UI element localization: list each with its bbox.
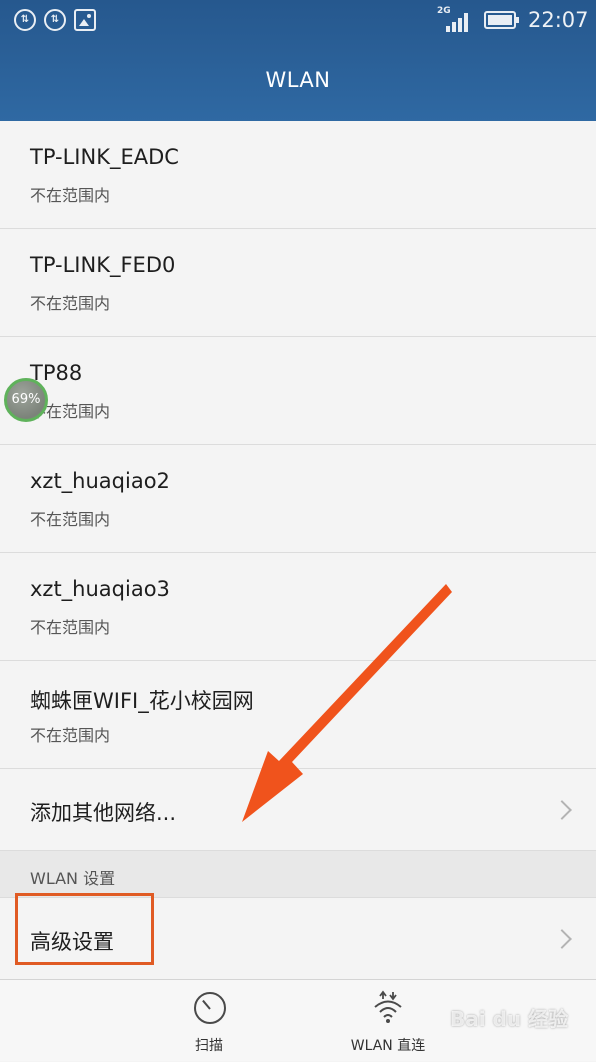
section-header-wlan-settings: WLAN 设置 <box>0 851 596 898</box>
network-item[interactable]: xzt_huaqiao3 不在范围内 <box>0 553 596 661</box>
scan-button[interactable]: 扫描 <box>139 980 279 1062</box>
network-status: 不在范围内 <box>30 618 111 637</box>
add-network-label: 添加其他网络... <box>30 801 177 825</box>
network-status: 不在范围内 <box>30 726 111 745</box>
network-item[interactable]: TP-LINK_FED0 不在范围内 <box>0 229 596 337</box>
network-item[interactable]: 蜘蛛匣WIFI_花小校园网 不在范围内 <box>0 661 596 769</box>
network-status: 不在范围内 <box>30 294 111 313</box>
wlan-direct-label: WLAN 直连 <box>350 1038 426 1054</box>
chevron-right-icon <box>552 800 572 820</box>
section-label: WLAN 设置 <box>30 869 116 888</box>
progress-badge: 69% <box>4 378 48 422</box>
network-name: TP-LINK_EADC <box>30 145 179 169</box>
network-status: 不在范围内 <box>30 186 111 205</box>
signal-strength-icon <box>446 12 470 32</box>
wifi-direct-icon <box>374 990 402 1023</box>
network-name: TP-LINK_FED0 <box>30 253 176 277</box>
network-item[interactable]: TP88 不在范围内 <box>0 337 596 445</box>
add-network-row[interactable]: 添加其他网络... <box>0 770 596 851</box>
network-item[interactable]: xzt_huaqiao2 不在范围内 <box>0 445 596 553</box>
battery-icon <box>484 11 519 29</box>
chevron-right-icon <box>552 929 572 949</box>
network-name: xzt_huaqiao3 <box>30 577 170 601</box>
network-list: TP-LINK_EADC 不在范围内 TP-LINK_FED0 不在范围内 TP… <box>0 121 596 769</box>
highlight-box <box>15 893 154 965</box>
wlan-direct-button[interactable]: WLAN 直连 <box>318 980 458 1062</box>
network-name: xzt_huaqiao2 <box>30 469 170 493</box>
watermark: Bai du 经验 <box>450 1007 569 1031</box>
scan-label: 扫描 <box>195 1038 223 1054</box>
data-sync-icon: ⇅ <box>14 9 36 31</box>
page-title: WLAN <box>265 68 331 92</box>
app-bar: ⇅ ⇅ 2G 22:07 WLAN <box>0 0 596 121</box>
image-icon <box>74 9 96 31</box>
network-name: 蜘蛛匣WIFI_花小校园网 <box>30 689 254 713</box>
network-item[interactable]: TP-LINK_EADC 不在范围内 <box>0 121 596 229</box>
data-transfer-icon: ⇅ <box>44 9 66 31</box>
status-time: 22:07 <box>528 8 589 32</box>
scan-icon <box>194 992 226 1024</box>
status-bar: ⇅ ⇅ 2G 22:07 <box>0 0 596 42</box>
network-status: 不在范围内 <box>30 510 111 529</box>
